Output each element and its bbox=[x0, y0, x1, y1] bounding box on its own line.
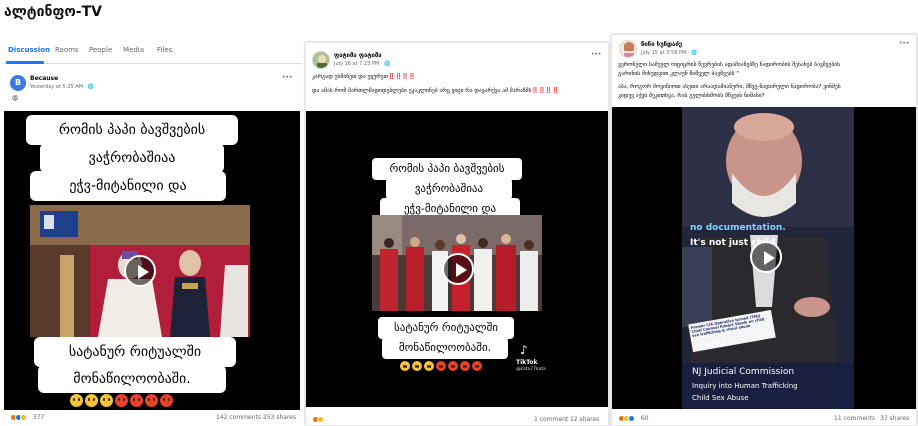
video-frame: no documentation. It's not just child Fo… bbox=[682, 107, 854, 409]
haha-reaction-icon bbox=[317, 416, 324, 423]
play-icon[interactable] bbox=[750, 241, 782, 273]
shared-post-panel: ფატიმა ფატიმა July 16 at 7:23 PM · 🌐 ···… bbox=[305, 42, 609, 426]
video-caption-top-2: ვაჭრობაშიაა bbox=[386, 178, 512, 200]
post-timestamp[interactable]: July 16 at 7:23 PM · 🌐 bbox=[334, 61, 390, 67]
post-card: B Because Yesterday at 5:25 AM · 🌐 ··· 😡… bbox=[2, 69, 302, 426]
comments-count[interactable]: 1 comment bbox=[534, 416, 568, 423]
group-tabs: Discussion Rooms People Media Files bbox=[2, 36, 302, 64]
video-banner-sub-1: Inquiry into Human Trafficking bbox=[692, 382, 798, 390]
sad-face-icon bbox=[100, 394, 113, 407]
emoji-row bbox=[70, 394, 175, 410]
reaction-count: 60 bbox=[640, 415, 649, 422]
post-timestamp[interactable]: Yesterday at 5:25 AM · 🌐 bbox=[30, 84, 94, 90]
video-caption-top-3: ეჭვ-მიტანილი და bbox=[30, 171, 226, 201]
shares-count[interactable]: 37 shares bbox=[880, 415, 909, 422]
timestamp-text: Yesterday at 5:25 AM · bbox=[30, 84, 88, 90]
reactions-summary[interactable]: 377 bbox=[10, 414, 44, 421]
avatar-image bbox=[620, 41, 636, 57]
post-caption-line-4: კიდევ აქვს შეკითხვა, რას გულისხმობს მწვე… bbox=[618, 93, 765, 99]
shares-count[interactable]: 253 shares bbox=[263, 414, 296, 421]
video-banner-title: NJ Judicial Commission bbox=[692, 367, 795, 377]
active-tab-indicator bbox=[6, 61, 44, 64]
comments-count[interactable]: 142 comments bbox=[216, 414, 261, 421]
post-caption-line-1: კარგად უსმინეთ და უყურეთ‼️‼️‼️‼️ bbox=[312, 74, 416, 80]
tiktok-logo-icon: ♪ bbox=[520, 343, 528, 357]
post-author[interactable]: ფატიმა ფატიმა bbox=[334, 52, 382, 59]
author-avatar[interactable] bbox=[619, 40, 637, 58]
timestamp-text: July 15 at 3:58 PM · bbox=[641, 50, 692, 56]
sad-face-icon bbox=[424, 361, 434, 371]
group-post-panel: Discussion Rooms People Media Files B Be… bbox=[2, 36, 302, 426]
globe-icon: 🌐 bbox=[691, 50, 698, 56]
tab-rooms[interactable]: Rooms bbox=[55, 46, 79, 54]
shared-post-panel-2: ნინი ხუნდაძე July 15 at 3:58 PM · 🌐 ··· … bbox=[611, 34, 917, 426]
shares-count[interactable]: 12 shares bbox=[570, 416, 599, 423]
angry-face-icon bbox=[145, 394, 158, 407]
video-caption-bottom-2: მონაწილოობაში. bbox=[382, 337, 508, 359]
angry-face-icon bbox=[472, 361, 482, 371]
reaction-count: 377 bbox=[32, 414, 45, 421]
tab-files[interactable]: Files bbox=[157, 46, 172, 54]
post-caption-line-2: და ამას რომ მართლმადიდებლები უკაკლინებ ა… bbox=[312, 88, 560, 94]
angry-face-icon bbox=[115, 394, 128, 407]
video-caption-top-2: ვაჭრობაშიაა bbox=[40, 143, 224, 173]
video-frame bbox=[372, 215, 542, 311]
tiktok-label: TikTok bbox=[516, 359, 538, 366]
post-author[interactable]: ნინი ხუნდაძე bbox=[641, 41, 682, 48]
sad-face-icon bbox=[85, 394, 98, 407]
play-icon[interactable] bbox=[442, 253, 474, 285]
post-timestamp[interactable]: July 15 at 3:58 PM · 🌐 bbox=[641, 50, 697, 56]
video-caption-top-1: რომის პაპი ბავშვების bbox=[26, 115, 238, 145]
globe-icon: 🌐 bbox=[87, 84, 95, 90]
sad-face-icon bbox=[400, 361, 410, 371]
sad-face-icon bbox=[70, 394, 83, 407]
video-caption-bottom-1: სატანურ რიტუალში bbox=[34, 337, 236, 367]
angry-face-icon bbox=[160, 394, 173, 407]
video-banner-sub-2: Child Sex Abuse bbox=[692, 394, 749, 402]
post-caption-line-3: აბა, როგორ მოვიწიოთ ასეთი არაადამიანური,… bbox=[618, 84, 841, 90]
reactions-summary[interactable]: 60 bbox=[618, 415, 649, 422]
sad-face-icon bbox=[412, 361, 422, 371]
post-author[interactable]: Because bbox=[30, 75, 58, 82]
angry-emoji-icon: 😡 bbox=[12, 95, 19, 102]
author-avatar[interactable]: B bbox=[10, 75, 26, 91]
tab-discussion[interactable]: Discussion bbox=[8, 46, 50, 54]
post-video[interactable]: no documentation. It's not just child Fo… bbox=[612, 107, 916, 409]
haha-reaction-icon bbox=[20, 414, 27, 421]
more-options-icon[interactable]: ··· bbox=[282, 73, 292, 83]
tab-people[interactable]: People bbox=[89, 46, 112, 54]
more-options-icon[interactable]: ··· bbox=[899, 39, 909, 49]
tab-media[interactable]: Media bbox=[123, 46, 144, 54]
angry-face-icon bbox=[448, 361, 458, 371]
tiktok-handle: @kata77kata bbox=[516, 367, 546, 372]
author-avatar[interactable] bbox=[312, 51, 330, 69]
play-icon[interactable] bbox=[124, 255, 156, 287]
post-caption-line-1: ვერონელი სამუელ ოფიცრის წევრების ადამიან… bbox=[618, 62, 841, 68]
post-caption-line-2: გარინის მიხედვით კლაუნ შიშველ ბავშვებს " bbox=[618, 71, 739, 77]
video-banner: NJ Judicial Commission Inquiry into Huma… bbox=[682, 363, 854, 409]
more-options-icon[interactable]: ··· bbox=[591, 50, 601, 60]
comments-count[interactable]: 11 comments bbox=[834, 415, 875, 422]
video-subtitle-line-1: no documentation. bbox=[690, 223, 786, 233]
reactions-summary[interactable] bbox=[312, 416, 324, 423]
post-video[interactable]: რომის პაპი ბავშვების ვაჭრობაშიაა ეჭვ-მიტ… bbox=[306, 111, 608, 407]
video-caption-bottom-1: სატანურ რიტუალში bbox=[378, 317, 514, 339]
page-title: ალტინფო-TV bbox=[4, 4, 102, 20]
timestamp-text: July 16 at 7:23 PM · bbox=[334, 61, 385, 67]
angry-face-icon bbox=[460, 361, 470, 371]
like-reaction-icon bbox=[628, 415, 635, 422]
post-video[interactable]: რომის პაპი ბავშვების ვაჭრობაშიაა ეჭვ-მიტ… bbox=[4, 111, 300, 410]
avatar-image bbox=[313, 52, 329, 68]
emoji-row bbox=[400, 361, 484, 374]
video-frame bbox=[30, 205, 250, 337]
video-caption-bottom-2: მონაწილოობაში. bbox=[38, 365, 226, 393]
angry-face-icon bbox=[130, 394, 143, 407]
angry-face-icon bbox=[436, 361, 446, 371]
video-caption-top-1: რომის პაპი ბავშვების bbox=[372, 158, 522, 180]
globe-icon: 🌐 bbox=[384, 61, 391, 67]
